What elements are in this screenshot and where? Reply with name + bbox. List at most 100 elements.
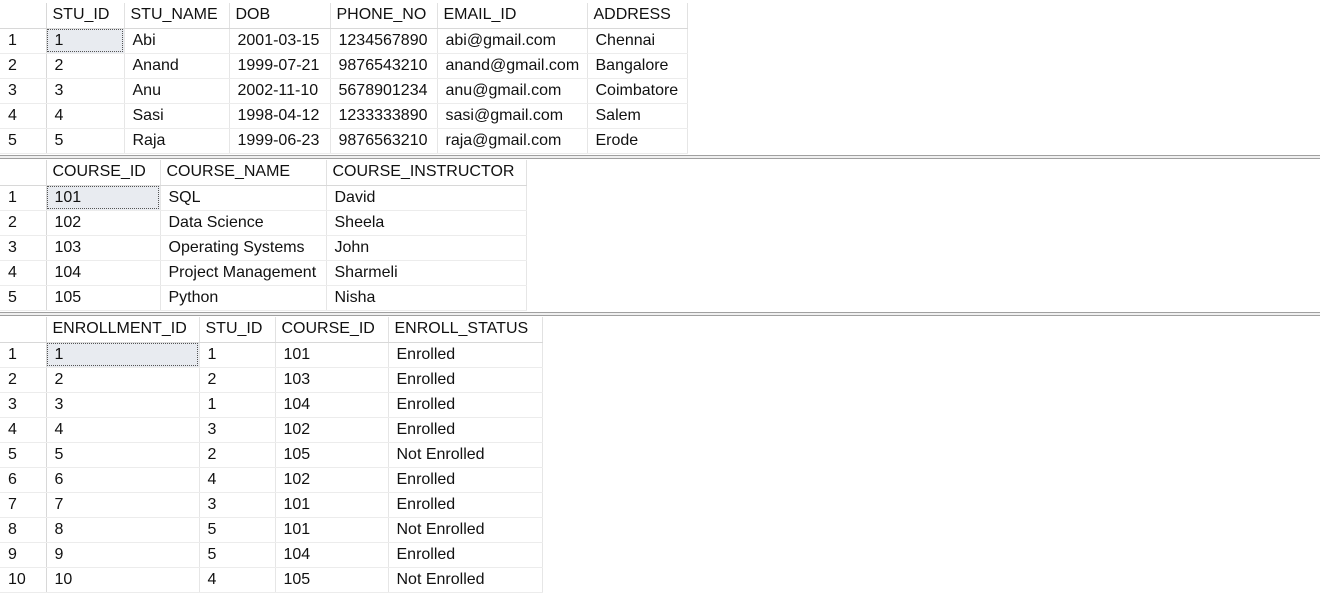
cell-course-id[interactable]: 104 xyxy=(275,392,389,418)
column-header-stu-id[interactable]: STU_ID xyxy=(46,3,125,29)
table-row[interactable]: 2 2 Anand 1999-07-21 9876543210 anand@gmail.c… xyxy=(0,53,688,79)
cell-stu-id[interactable]: 1 xyxy=(199,392,276,418)
cell-dob[interactable]: 1999-07-21 xyxy=(229,53,331,79)
cell-enrollment-id[interactable]: 8 xyxy=(46,517,200,543)
row-number[interactable]: 4 xyxy=(0,260,47,286)
cell-email-id[interactable]: sasi@gmail.com xyxy=(437,103,588,129)
cell-stu-id[interactable]: 5 xyxy=(199,542,276,568)
table-row[interactable]: 5 105 Python Nisha xyxy=(0,285,527,311)
cell-enroll-status[interactable]: Not Enrolled xyxy=(388,517,543,543)
cell-stu-name[interactable]: Anand xyxy=(124,53,230,79)
cell-course-instructor[interactable]: Sharmeli xyxy=(326,260,527,286)
cell-dob[interactable]: 2002-11-10 xyxy=(229,78,331,104)
cell-email-id[interactable]: anu@gmail.com xyxy=(437,78,588,104)
cell-enroll-status[interactable]: Enrolled xyxy=(388,342,543,368)
cell-address[interactable]: Chennai xyxy=(587,28,688,54)
students-results-pane[interactable]: STU_ID STU_NAME DOB PHONE_NO EMAIL_ID ADDRESS… xyxy=(0,3,1320,155)
table-row[interactable]: 3 3 1 104 Enrolled xyxy=(0,392,543,418)
pane-splitter[interactable] xyxy=(0,155,1320,159)
column-header-email-id[interactable]: EMAIL_ID xyxy=(437,3,588,29)
cell-enrollment-id[interactable]: 6 xyxy=(46,467,200,493)
cell-phone-no[interactable]: 9876563210 xyxy=(330,128,438,154)
cell-stu-id[interactable]: 3 xyxy=(199,417,276,443)
cell-course-id[interactable]: 105 xyxy=(46,285,161,311)
cell-phone-no[interactable]: 1234567890 xyxy=(330,28,438,54)
cell-course-id[interactable]: 103 xyxy=(46,235,161,261)
cell-course-name[interactable]: Python xyxy=(160,285,327,311)
cell-address[interactable]: Coimbatore xyxy=(587,78,688,104)
table-row[interactable]: 1 1 1 101 Enrolled xyxy=(0,342,543,368)
cell-course-name[interactable]: SQL xyxy=(160,185,327,211)
column-header-phone-no[interactable]: PHONE_NO xyxy=(330,3,438,29)
cell-stu-id[interactable]: 5 xyxy=(46,128,125,154)
cell-dob[interactable]: 1999-06-23 xyxy=(229,128,331,154)
column-header-course-id[interactable]: COURSE_ID xyxy=(275,317,389,343)
table-row[interactable]: 10 10 4 105 Not Enrolled xyxy=(0,567,543,593)
cell-email-id[interactable]: abi@gmail.com xyxy=(437,28,588,54)
cell-course-instructor[interactable]: John xyxy=(326,235,527,261)
cell-stu-name[interactable]: Sasi xyxy=(124,103,230,129)
cell-stu-id[interactable]: 2 xyxy=(46,53,125,79)
table-row[interactable]: 1 101 SQL David xyxy=(0,185,527,211)
column-header-course-instructor[interactable]: COURSE_INSTRUCTOR xyxy=(326,160,527,186)
cell-stu-id[interactable]: 2 xyxy=(199,367,276,393)
row-number[interactable]: 3 xyxy=(0,392,47,418)
row-number[interactable]: 7 xyxy=(0,492,47,518)
table-row[interactable]: 4 104 Project Management Sharmeli xyxy=(0,260,527,286)
table-row[interactable]: 5 5 Raja 1999-06-23 9876563210 raja@gmail.com… xyxy=(0,128,688,154)
cell-course-id[interactable]: 102 xyxy=(275,467,389,493)
table-row[interactable]: 2 102 Data Science Sheela xyxy=(0,210,527,236)
cell-phone-no[interactable]: 5678901234 xyxy=(330,78,438,104)
row-number[interactable]: 2 xyxy=(0,210,47,236)
cell-enroll-status[interactable]: Enrolled xyxy=(388,542,543,568)
cell-course-id[interactable]: 101 xyxy=(275,342,389,368)
cell-enrollment-id[interactable]: 2 xyxy=(46,367,200,393)
cell-course-id[interactable]: 103 xyxy=(275,367,389,393)
cell-stu-id[interactable]: 4 xyxy=(199,567,276,593)
cell-course-id[interactable]: 101 xyxy=(275,517,389,543)
column-header-stu-id[interactable]: STU_ID xyxy=(199,317,276,343)
corner-cell[interactable] xyxy=(0,317,47,343)
column-header-enroll-status[interactable]: ENROLL_STATUS xyxy=(388,317,543,343)
column-header-enrollment-id[interactable]: ENROLLMENT_ID xyxy=(46,317,200,343)
table-row[interactable]: 7 7 3 101 Enrolled xyxy=(0,492,543,518)
cell-course-id[interactable]: 104 xyxy=(275,542,389,568)
cell-enroll-status[interactable]: Not Enrolled xyxy=(388,442,543,468)
table-row[interactable]: 4 4 Sasi 1998-04-12 1233333890 sasi@gmail.com… xyxy=(0,103,688,129)
students-results-grid[interactable]: STU_ID STU_NAME DOB PHONE_NO EMAIL_ID ADDRESS… xyxy=(0,3,688,154)
table-row[interactable]: 3 103 Operating Systems John xyxy=(0,235,527,261)
table-row[interactable]: 2 2 2 103 Enrolled xyxy=(0,367,543,393)
cell-enroll-status[interactable]: Enrolled xyxy=(388,392,543,418)
cell-stu-id[interactable]: 4 xyxy=(199,467,276,493)
cell-address[interactable]: Bangalore xyxy=(587,53,688,79)
row-number[interactable]: 1 xyxy=(0,185,47,211)
cell-course-id[interactable]: 102 xyxy=(46,210,161,236)
row-number[interactable]: 5 xyxy=(0,128,47,154)
cell-address[interactable]: Salem xyxy=(587,103,688,129)
cell-course-id[interactable]: 101 xyxy=(275,492,389,518)
cell-enrollment-id[interactable]: 3 xyxy=(46,392,200,418)
cell-dob[interactable]: 1998-04-12 xyxy=(229,103,331,129)
table-row[interactable]: 1 1 Abi 2001-03-15 1234567890 abi@gmail.com Ch… xyxy=(0,28,688,54)
column-header-course-name[interactable]: COURSE_NAME xyxy=(160,160,327,186)
corner-cell[interactable] xyxy=(0,3,47,29)
row-number[interactable]: 8 xyxy=(0,517,47,543)
row-number[interactable]: 10 xyxy=(0,567,47,593)
cell-enrollment-id[interactable]: 1 xyxy=(46,342,200,368)
cell-stu-id[interactable]: 4 xyxy=(46,103,125,129)
table-row[interactable]: 9 9 5 104 Enrolled xyxy=(0,542,543,568)
cell-course-id[interactable]: 102 xyxy=(275,417,389,443)
cell-enrollment-id[interactable]: 9 xyxy=(46,542,200,568)
row-number[interactable]: 9 xyxy=(0,542,47,568)
cell-stu-name[interactable]: Anu xyxy=(124,78,230,104)
cell-course-instructor[interactable]: David xyxy=(326,185,527,211)
courses-results-pane[interactable]: COURSE_ID COURSE_NAME COURSE_INSTRUCTOR 1 10… xyxy=(0,160,1320,312)
column-header-course-id[interactable]: COURSE_ID xyxy=(46,160,161,186)
cell-phone-no[interactable]: 1233333890 xyxy=(330,103,438,129)
row-number[interactable]: 6 xyxy=(0,467,47,493)
enrollments-results-pane[interactable]: ENROLLMENT_ID STU_ID COURSE_ID ENROLL_STATU… xyxy=(0,317,1320,605)
row-number[interactable]: 2 xyxy=(0,53,47,79)
corner-cell[interactable] xyxy=(0,160,47,186)
cell-enroll-status[interactable]: Enrolled xyxy=(388,492,543,518)
cell-phone-no[interactable]: 9876543210 xyxy=(330,53,438,79)
